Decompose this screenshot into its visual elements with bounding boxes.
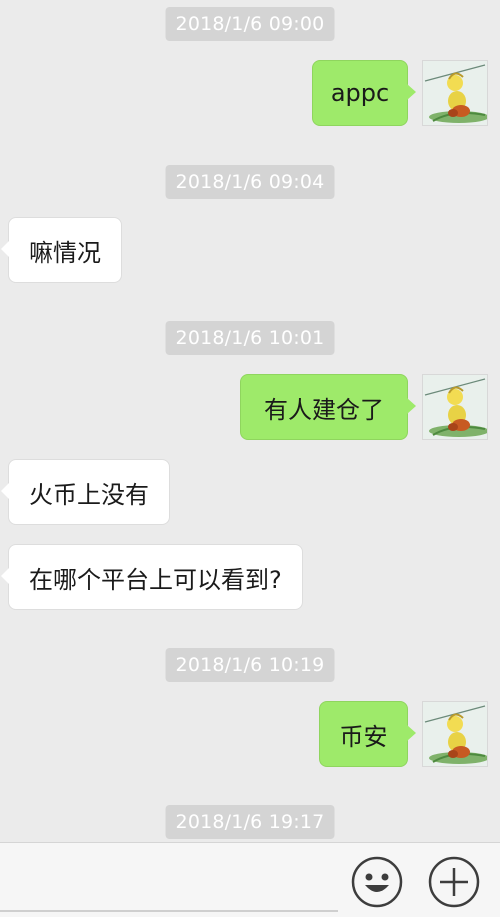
timestamp: 2018/1/6 09:00 xyxy=(165,7,335,41)
cartoon-avatar-icon[interactable] xyxy=(422,701,488,767)
message-text: 币安 xyxy=(339,722,388,751)
message-text: 嘛情况 xyxy=(29,238,101,267)
timestamp: 2018/1/6 10:01 xyxy=(165,321,335,355)
timestamp: 2018/1/6 10:19 xyxy=(165,648,335,682)
incoming-message: 嘛情况 xyxy=(0,217,500,283)
cartoon-avatar-icon[interactable] xyxy=(422,60,488,126)
incoming-message: 在哪个平台上可以看到? xyxy=(0,544,500,610)
message-input[interactable] xyxy=(0,852,338,912)
outgoing-message: appc xyxy=(0,60,500,126)
message-bubble[interactable]: 币安 xyxy=(319,701,416,767)
timestamp: 2018/1/6 19:17 xyxy=(165,805,335,839)
plus-icon xyxy=(428,856,480,908)
message-bubble[interactable]: 在哪个平台上可以看到? xyxy=(1,544,303,610)
outgoing-message: 币安 xyxy=(0,701,500,767)
message-bubble[interactable]: appc xyxy=(312,60,416,126)
message-text: appc xyxy=(330,79,390,107)
message-text: 有人建仓了 xyxy=(264,395,384,424)
message-text: 火币上没有 xyxy=(29,480,149,509)
timestamp: 2018/1/6 09:04 xyxy=(165,165,335,199)
smiley-icon xyxy=(351,856,403,908)
message-text: 在哪个平台上可以看到? xyxy=(29,565,282,594)
emoji-button[interactable] xyxy=(350,855,404,909)
outgoing-message: 有人建仓了 xyxy=(0,374,500,440)
message-bubble[interactable]: 嘛情况 xyxy=(1,217,122,283)
incoming-message: 火币上没有 xyxy=(0,459,500,525)
message-bubble[interactable]: 火币上没有 xyxy=(1,459,170,525)
input-bar xyxy=(0,842,500,917)
cartoon-avatar-icon[interactable] xyxy=(422,374,488,440)
more-button[interactable] xyxy=(427,855,481,909)
message-bubble[interactable]: 有人建仓了 xyxy=(240,374,416,440)
